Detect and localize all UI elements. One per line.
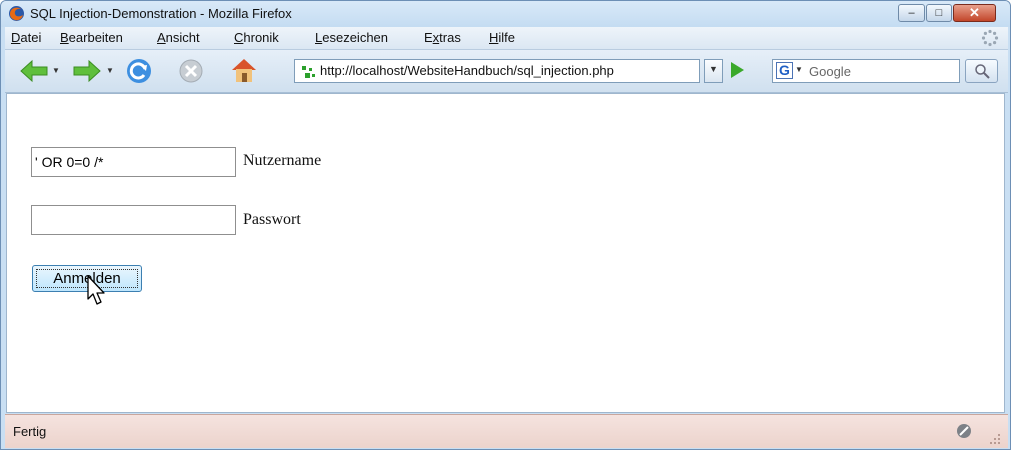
menu-hilfe[interactable]: Hilfe xyxy=(489,30,515,45)
search-button[interactable] xyxy=(965,59,998,83)
throbber-icon xyxy=(981,29,999,47)
maximize-icon: □ xyxy=(935,7,943,19)
search-engine-icon[interactable]: G xyxy=(776,62,793,79)
reload-icon[interactable] xyxy=(125,57,153,85)
browser-window: SQL Injection-Demonstration - Mozilla Fi… xyxy=(0,0,1011,450)
forward-arrow-icon[interactable] xyxy=(73,59,101,83)
back-history-dropdown-icon[interactable]: ▼ xyxy=(52,66,60,75)
site-favicon-icon xyxy=(302,66,315,78)
search-engine-dropdown-icon[interactable]: ▼ xyxy=(795,65,803,74)
forward-history-dropdown-icon[interactable]: ▼ xyxy=(106,66,114,75)
menu-bar: Datei Bearbeiten Ansicht Chronik Lesezei… xyxy=(5,27,1008,50)
status-text: Fertig xyxy=(13,424,47,439)
address-bar[interactable]: http://localhost/WebsiteHandbuch/sql_inj… xyxy=(294,59,700,83)
firefox-icon xyxy=(9,6,24,21)
url-history-dropdown[interactable]: ▼ xyxy=(704,59,723,83)
menu-ansicht[interactable]: Ansicht xyxy=(157,30,200,45)
username-label: Nutzername xyxy=(243,152,322,169)
maximize-button[interactable]: □ xyxy=(926,4,952,22)
search-box[interactable]: G ▼ Google xyxy=(772,59,960,83)
mouse-cursor-icon xyxy=(87,275,105,305)
search-input[interactable]: Google xyxy=(809,64,851,79)
home-icon[interactable] xyxy=(229,56,259,84)
menu-chronik[interactable]: Chronik xyxy=(234,30,279,45)
menu-bearbeiten[interactable]: Bearbeiten xyxy=(60,30,123,45)
status-bar: Fertig xyxy=(5,414,1008,448)
menu-extras[interactable]: Extras xyxy=(424,30,461,45)
stop-icon[interactable] xyxy=(178,58,204,84)
minimize-icon: – xyxy=(908,7,915,19)
chevron-down-icon: ▼ xyxy=(709,64,718,74)
minimize-button[interactable]: – xyxy=(898,4,925,22)
menu-lesezeichen[interactable]: Lesezeichen xyxy=(315,30,388,45)
resize-grip-icon[interactable] xyxy=(989,433,1001,445)
close-icon: ✕ xyxy=(969,5,980,20)
go-button[interactable] xyxy=(731,62,744,78)
password-input[interactable] xyxy=(31,205,236,235)
no-script-status-icon[interactable] xyxy=(956,423,972,439)
close-button[interactable]: ✕ xyxy=(953,4,996,22)
navigation-toolbar: ▼ ▼ http://localhost/WebsiteHandbuch/sql… xyxy=(5,50,1008,93)
window-title: SQL Injection-Demonstration - Mozilla Fi… xyxy=(30,6,292,21)
magnifier-icon xyxy=(975,64,990,79)
username-input[interactable] xyxy=(31,147,236,177)
url-text[interactable]: http://localhost/WebsiteHandbuch/sql_inj… xyxy=(320,63,695,78)
back-arrow-icon[interactable] xyxy=(20,59,48,83)
title-bar: SQL Injection-Demonstration - Mozilla Fi… xyxy=(1,1,1010,27)
menu-datei[interactable]: Datei xyxy=(11,30,41,45)
page-content: Nutzername Passwort Anmelden xyxy=(6,93,1005,413)
password-label: Passwort xyxy=(243,211,301,228)
